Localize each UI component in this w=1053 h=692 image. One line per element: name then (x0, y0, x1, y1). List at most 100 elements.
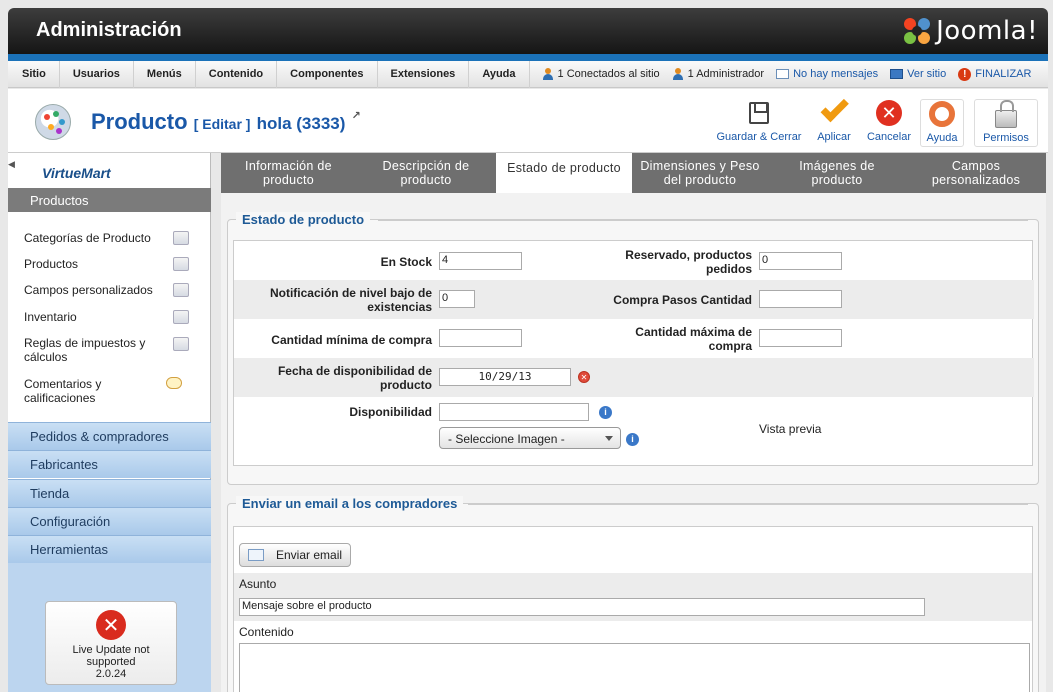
tab-label-line2: producto (400, 173, 452, 187)
sidebar-group-fabricantes[interactable]: Fabricantes (8, 450, 211, 478)
sidebar-collapse-icon[interactable]: ◀ (8, 159, 16, 175)
mail-icon (776, 69, 790, 79)
image-select[interactable]: - Seleccione Imagen - (439, 427, 621, 449)
sidebar-group-herramientas[interactable]: Herramientas (8, 535, 211, 563)
reserved-label-line1: Reservado, productos (625, 248, 752, 262)
sidebar-group-pedidos[interactable]: Pedidos & compradores (8, 422, 211, 450)
custom-fields-icon (173, 283, 189, 297)
order-steps-label: Compra Pasos Cantidad (613, 293, 752, 307)
sidebar-item-campos[interactable]: Campos personalizados (24, 283, 199, 297)
cancel-button[interactable]: ✕ Cancelar (864, 99, 914, 147)
folder-icon (173, 231, 189, 245)
menu-menus[interactable]: Menús (134, 60, 196, 88)
sidebar-item-comentarios[interactable]: Comentarios y calificaciones (24, 377, 154, 405)
preview-label: Vista previa (759, 422, 822, 436)
sidebar: ◀ VirtueMart Productos Categorías de Pro… (8, 153, 211, 692)
logout-text: FINALIZAR (975, 68, 1032, 80)
send-email-button[interactable]: Enviar email (239, 543, 352, 567)
clear-date-icon[interactable]: ✕ (578, 371, 590, 383)
info-icon[interactable]: i (599, 406, 612, 419)
sidebar-group-configuracion[interactable]: Configuración (8, 507, 211, 535)
sidebar-item-label: Categorías de Producto (24, 231, 151, 245)
tab-descripcion[interactable]: Descripción de producto (356, 153, 496, 193)
menu-sitio[interactable]: Sitio (8, 60, 60, 88)
tab-label-line2: del producto (663, 173, 737, 187)
apply-button[interactable]: Aplicar (814, 93, 854, 147)
min-qty-input[interactable] (439, 329, 522, 347)
low-stock-label: Notificación de nivel bajo de existencia… (234, 286, 432, 314)
live-update-line2: supported (86, 656, 136, 668)
in-stock-label: En Stock (380, 255, 432, 269)
page-title-main: Producto (91, 109, 188, 134)
tab-campos[interactable]: Campos personalizados (906, 153, 1046, 193)
max-qty-input[interactable] (759, 329, 842, 347)
in-stock-input[interactable]: 4 (439, 252, 522, 270)
admin-header: Administración Joomla! (8, 8, 1048, 54)
sidebar-section-productos[interactable]: Productos (8, 188, 211, 212)
menu-contenido[interactable]: Contenido (196, 60, 278, 88)
save-close-button[interactable]: Guardar & Cerrar (714, 99, 804, 147)
cancel-label: Cancelar (866, 131, 912, 143)
tab-informacion[interactable]: Información de producto (221, 153, 356, 193)
apply-label: Aplicar (817, 131, 851, 143)
email-panel: Enviar email Asunto Mensaje sobre el pro… (233, 526, 1033, 692)
menu-componentes[interactable]: Componentes (277, 60, 378, 88)
reserved-input[interactable]: 0 (759, 252, 842, 270)
chevron-down-icon (605, 436, 613, 441)
reserved-label: Reservado, productos pedidos (564, 248, 752, 276)
sidebar-item-impuestos[interactable]: Reglas de impuestos y cálculos (24, 336, 154, 364)
tab-estado[interactable]: Estado de producto (496, 153, 632, 193)
user-icon (542, 68, 554, 80)
availability-date-input[interactable]: 10/29/13 (439, 368, 571, 386)
live-update-line1: Live Update not (72, 644, 150, 656)
calculator-icon (173, 337, 189, 351)
user-icon (672, 68, 684, 80)
page-title-action: [ Editar ] (193, 116, 251, 132)
messages-link[interactable]: No hay mensajes (776, 68, 878, 80)
logout-link[interactable]: ! FINALIZAR (958, 67, 1032, 81)
order-steps-input[interactable] (759, 290, 842, 308)
menu-usuarios[interactable]: Usuarios (60, 60, 134, 88)
lifebuoy-icon (929, 101, 955, 127)
help-button[interactable]: Ayuda (920, 99, 964, 147)
error-icon: ✕ (96, 610, 126, 640)
tab-label-line1: Campos (951, 159, 1001, 173)
product-icon (173, 257, 189, 271)
content-textarea[interactable] (239, 643, 1030, 692)
sidebar-group-tienda[interactable]: Tienda (8, 479, 211, 507)
sidebar-item-inventario[interactable]: Inventario (24, 310, 199, 324)
external-link-icon[interactable]: ↗ (352, 110, 361, 122)
status-row: En Stock 4 Reservado, productos pedidos … (234, 241, 1034, 280)
subject-row: Asunto Mensaje sobre el producto (234, 573, 1032, 621)
sidebar-item-productos[interactable]: Productos (24, 257, 199, 271)
menu-ayuda[interactable]: Ayuda (469, 60, 530, 88)
availability-date-label-line1: Fecha de disponibilidad de (277, 364, 432, 378)
online-users-text: 1 Conectados al sitio (557, 68, 660, 80)
joomla-logo: Joomla! (902, 15, 1038, 47)
monitor-icon (890, 69, 904, 79)
info-icon[interactable]: i (626, 433, 639, 446)
tab-label-line2: producto (262, 173, 315, 187)
sidebar-item-label: Productos (24, 257, 79, 271)
max-qty-label: Cantidad máxima de compra (564, 325, 752, 353)
subject-input[interactable]: Mensaje sobre el producto (239, 598, 925, 616)
tab-imagenes[interactable]: Imágenes de producto (768, 153, 906, 193)
availability-input[interactable] (439, 403, 589, 421)
checkmark-icon (820, 93, 849, 123)
sidebar-item-categorias[interactable]: Categorías de Producto (24, 231, 199, 245)
sidebar-item-label: Inventario (24, 310, 77, 324)
sidebar-item-label: Reglas de impuestos y cálculos (24, 336, 146, 364)
menu-extensiones[interactable]: Extensiones (378, 60, 470, 88)
live-update-version: 2.0.24 (95, 668, 127, 680)
content-area: Estado de producto En Stock 4 Reservado,… (221, 193, 1046, 692)
low-stock-input[interactable]: 0 (439, 290, 475, 308)
status-row: Cantidad mínima de compra Cantidad máxim… (234, 319, 1034, 358)
save-close-label: Guardar & Cerrar (716, 131, 802, 143)
tab-dimensiones[interactable]: Dimensiones y Peso del producto (632, 153, 768, 193)
view-site-link[interactable]: Ver sitio (890, 68, 946, 80)
permissions-button[interactable]: Permisos (974, 99, 1038, 147)
admin-title: Administración (36, 19, 182, 41)
legend-line (468, 504, 1028, 505)
sidebar-item-label: Comentarios y calificaciones (24, 377, 102, 405)
availability-row: Disponibilidad i - Seleccione Imagen - i… (234, 397, 1034, 467)
